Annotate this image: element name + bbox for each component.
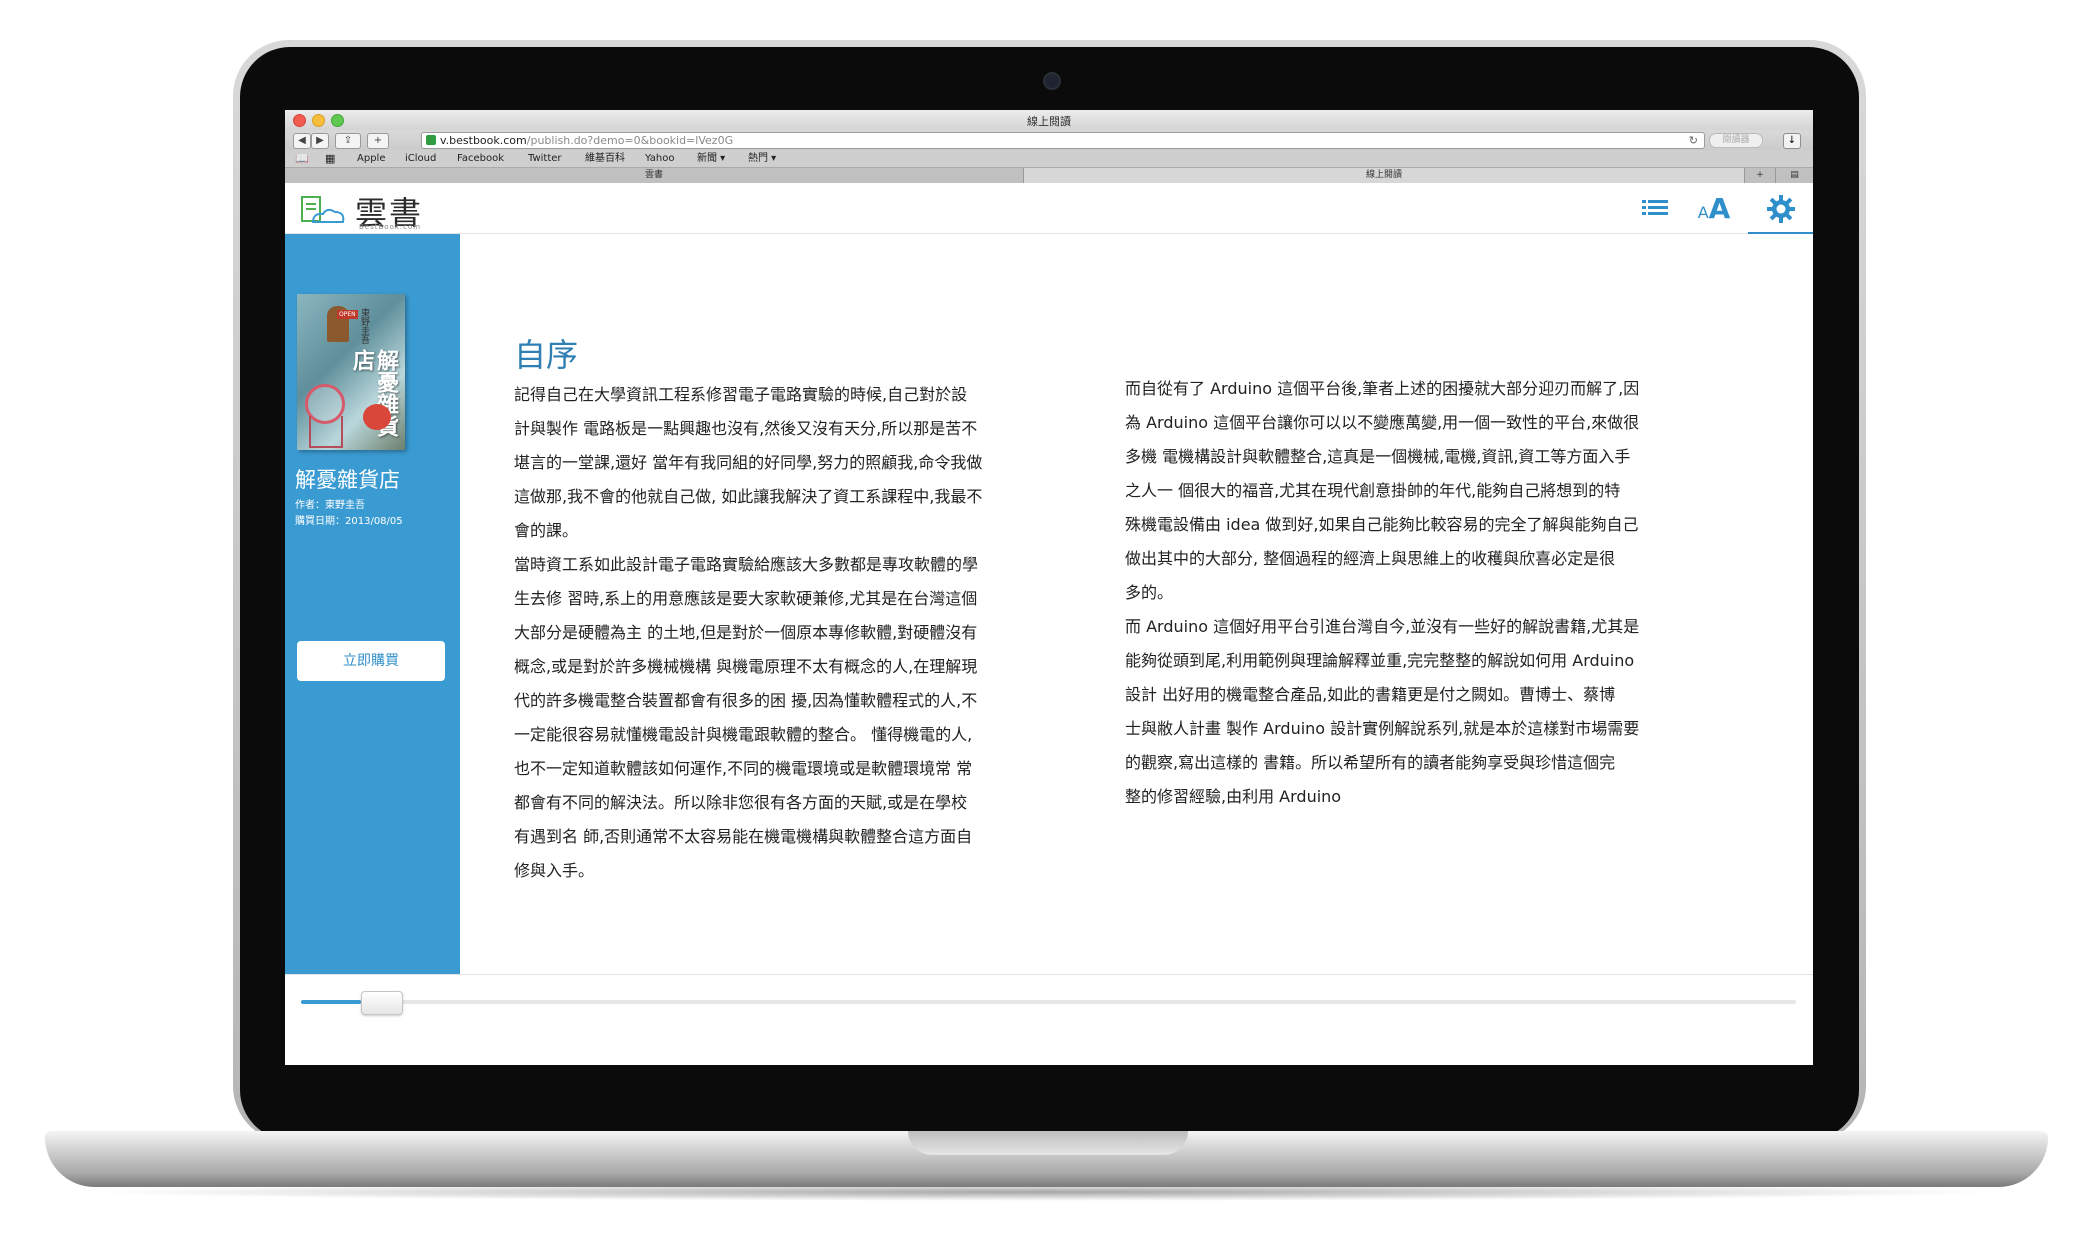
text-line: 大部分是硬體為主 的土地,但是對於一個原本專修軟體,對硬體沒有 (514, 623, 978, 642)
bookmark-icloud[interactable]: iCloud (405, 150, 436, 167)
address-bar[interactable]: v.bestbook.com/publish.do?demo=0&bookid=… (421, 132, 1705, 149)
text-line: 都會有不同的解決法。所以除非您很有各方面的天賦,或是在學校 (514, 793, 968, 812)
toc-list-icon[interactable] (1637, 193, 1673, 223)
text-line: 一定能很容易就懂機電設計與機電跟軟體的整合。 懂得機電的人, (514, 725, 973, 744)
font-size-large-label: A (1708, 191, 1731, 225)
bookmark-yahoo[interactable]: Yahoo (645, 150, 674, 167)
left-column: 記得自己在大學資訊工程系修習電子電路實驗的時候,自己對於設 計與製作 電路板是一… (514, 378, 1054, 888)
book-sidebar: OPEN 東野圭吾 解憂雜貨店 解憂雜貨店 作者：東野圭吾 購買日期：2013/… (285, 234, 460, 974)
site-icon (426, 135, 436, 145)
url-path: /publish.do?demo=0&bookid=lVez0G (526, 134, 734, 147)
new-tab-button[interactable]: + (1745, 168, 1776, 183)
window-title: 線上閱讀 (1027, 115, 1071, 128)
bookmark-facebook[interactable]: Facebook (457, 150, 504, 167)
text-line: 殊機電設備由 idea 做到好,如果自己能夠比較容易的完全了解與能夠自己 (1125, 515, 1639, 534)
forward-button[interactable]: ▶ (311, 133, 329, 149)
text-line: 的觀察,寫出這樣的 書籍。所以希望所有的讀者能夠享受與珍惜這個完 (1125, 753, 1616, 772)
settings-tab[interactable] (1748, 183, 1813, 235)
text-line: 設計 出好用的機電整合產品,如此的書籍更是付之闕如。曹博士、蔡博 (1125, 685, 1616, 704)
tab-overview-icon[interactable]: ▤ (1776, 168, 1813, 183)
text-line: 之人一 個很大的福音,尤其在現代創意掛帥的年代,能夠自己將想到的特 (1125, 481, 1621, 500)
cover-open-sign: OPEN (337, 310, 358, 319)
bookmark-twitter[interactable]: Twitter (528, 150, 562, 167)
laptop-notch (908, 1131, 1188, 1155)
progress-slider-handle[interactable] (361, 991, 403, 1015)
text-line: 而 Arduino 這個好用平台引進台灣自今,並沒有一些好的解說書籍,尤其是 (1125, 617, 1640, 636)
cover-chair-illustration (309, 416, 343, 448)
text-line: 能夠從頭到尾,利用範例與理論解釋並重,完完整整的解說如何用 Arduino (1125, 651, 1635, 670)
font-size-small-label: A (1697, 202, 1709, 222)
text-line: 當時資工系如此設計電子電路實驗給應該大多數都是專攻軟體的學 (514, 555, 979, 574)
camera-icon (1043, 72, 1061, 90)
text-line: 有遇到名 師,否則通常不太容易能在機電機構與軟體整合這方面自 (514, 827, 973, 846)
text-line: 堪言的一堂課,還好 當年有我同組的好同學,努力的照顧我,命令我做 (514, 453, 983, 472)
book-title: 解憂雜貨店 (295, 468, 400, 492)
page-progress-bar (285, 974, 1813, 1065)
tab-bestbook[interactable]: 雲書 (285, 168, 1024, 183)
text-line: 計與製作 電路板是一點興趣也沒有,然後又沒有天分,所以那是苦不 (514, 419, 978, 438)
url-host: v.bestbook.com (440, 134, 527, 147)
reading-list-icon[interactable]: 📖 (295, 150, 309, 167)
progress-fill (301, 1000, 361, 1004)
text-line: 也不一定知道軟體該如何運作,不同的機電環境或是軟體環境常 常 (514, 759, 973, 778)
share-button[interactable]: ⇪ (335, 133, 361, 149)
top-sites-icon[interactable]: ▦ (325, 150, 335, 167)
reader-button[interactable]: 閱讀器 (1709, 133, 1763, 148)
screen: 線上閱讀 ◀ ▶ ⇪ + v.bestbook.com/publish.do?d… (285, 110, 1813, 1065)
right-column: 而自從有了 Arduino 這個平台後,筆者上述的困擾就大部分迎刃而解了,因 為… (1125, 372, 1725, 814)
bookmark-news[interactable]: 新聞 ▾ (697, 150, 725, 167)
buy-now-button[interactable]: 立即購買 (297, 641, 445, 681)
reload-icon[interactable]: ↻ (1689, 133, 1698, 148)
bookmarks-bar: 📖 ▦ Apple iCloud Facebook Twitter 維基百科 Y… (285, 150, 1813, 168)
bookmark-wikipedia[interactable]: 維基百科 (585, 150, 625, 167)
text-line: 為 Arduino 這個平台讓你可以以不變應萬變,用一個一致性的平台,來做很 (1125, 413, 1640, 432)
text-line: 修與入手。 (514, 861, 595, 880)
text-line: 整的修習經驗,由利用 Arduino (1125, 787, 1342, 806)
font-size-icon[interactable]: A A (1693, 191, 1735, 225)
gear-icon (1767, 195, 1795, 223)
app-header: 雲書 BestBook.com A A (285, 183, 1813, 235)
browser-titlebar: 線上閱讀 (285, 110, 1813, 130)
text-line: 記得自己在大學資訊工程系修習電子電路實驗的時候,自己對於設 (514, 385, 968, 404)
logo-icon (301, 196, 345, 223)
tab-bar: 雲書 線上閱讀 + ▤ (285, 168, 1813, 184)
cover-author: 東野圭吾 (359, 308, 369, 344)
text-line: 士與敝人計畫 製作 Arduino 設計實例解說系列,就是本於這樣對市場需要 (1125, 719, 1640, 738)
bookmark-apple[interactable]: Apple (357, 150, 385, 167)
text-line: 這做那,我不會的他就自己做, 如此讓我解決了資工系課程中,我最不 (514, 487, 983, 506)
chapter-title: 自序 (514, 336, 579, 374)
text-line: 生去修 習時,系上的用意應該是要大家軟硬兼修,尤其是在台灣這個 (514, 589, 978, 608)
tab-online-reading[interactable]: 線上閱讀 (1024, 168, 1745, 183)
downloads-icon[interactable]: ↓ (1783, 133, 1801, 149)
text-line: 多機 電機構設計與軟體整合,這真是一個機械,電機,資訊,資工等方面入手 (1125, 447, 1631, 466)
cover-title: 解憂雜貨店 (349, 349, 398, 437)
book-author: 作者：東野圭吾 (295, 500, 365, 511)
text-line: 而自從有了 Arduino 這個平台後,筆者上述的困擾就大部分迎刃而解了,因 (1125, 379, 1640, 398)
progress-track[interactable] (301, 1000, 1796, 1004)
text-line: 會的課。 (514, 521, 579, 540)
browser-toolbar: ◀ ▶ ⇪ + v.bestbook.com/publish.do?demo=0… (285, 130, 1813, 150)
reading-pane: 自序 記得自己在大學資訊工程系修習電子電路實驗的時候,自己對於設 計與製作 電路… (460, 234, 1813, 974)
bookmark-popular[interactable]: 熱門 ▾ (748, 150, 776, 167)
text-line: 做出其中的大部分, 整個過程的經濟上與思維上的收穫與欣喜必定是很 (1125, 549, 1616, 568)
text-line: 概念,或是對於許多機械機構 與機電原理不太有概念的人,在理解現 (514, 657, 978, 676)
back-button[interactable]: ◀ (293, 133, 311, 149)
text-line: 代的許多機電整合裝置都會有很多的困 擾,因為懂軟體程式的人,不 (514, 691, 978, 710)
text-line: 多的。 (1125, 583, 1174, 602)
logo-subtitle: BestBook.com (359, 223, 422, 231)
book-cover[interactable]: OPEN 東野圭吾 解憂雜貨店 (297, 294, 405, 450)
cover-pot-illustration (363, 404, 391, 430)
add-bookmark-button[interactable]: + (367, 133, 389, 149)
book-purchase-date: 購買日期：2013/08/05 (295, 516, 403, 527)
